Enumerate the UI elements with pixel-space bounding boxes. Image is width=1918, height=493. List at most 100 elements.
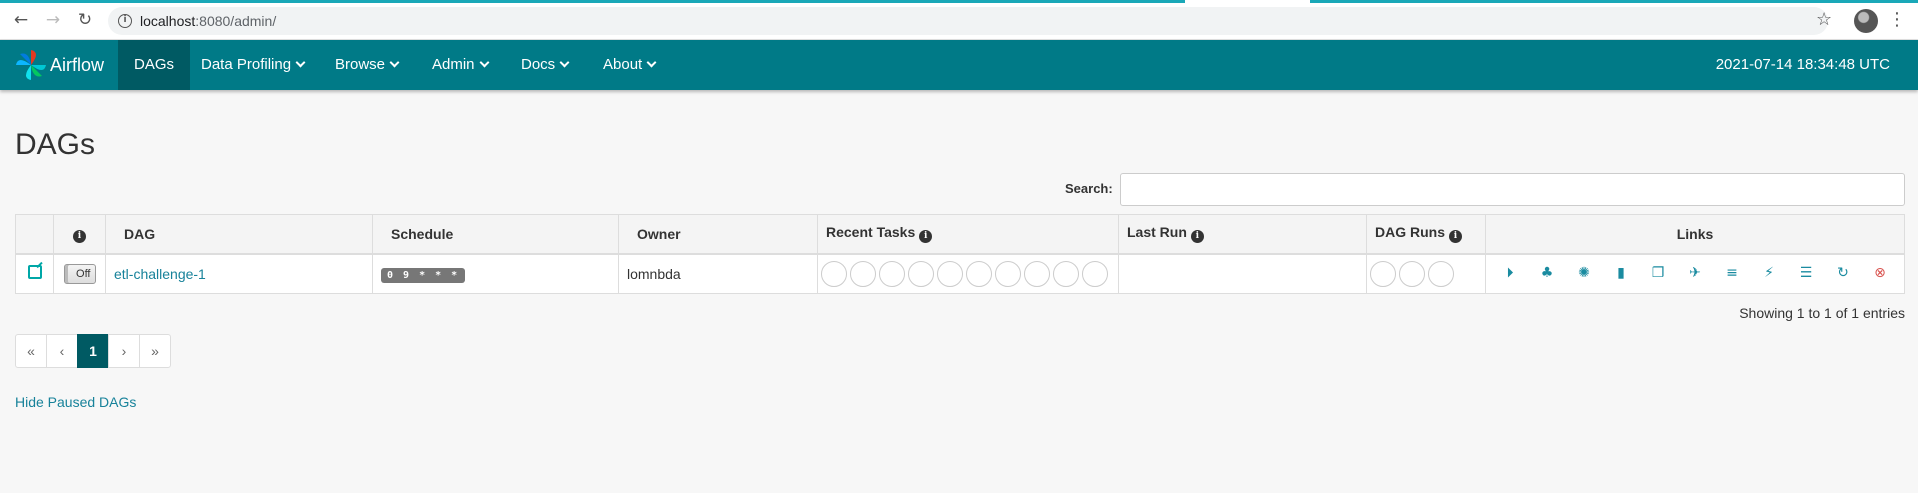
nav-data-profiling-label: Data Profiling (201, 56, 292, 73)
utc-clock: 2021-07-14 18:34:48 UTC (1715, 56, 1890, 73)
search-label: Search: (1065, 181, 1113, 196)
owner-cell: lomnbda (618, 253, 818, 294)
task-state-circle[interactable] (879, 260, 905, 287)
header-schedule[interactable]: Schedule (372, 214, 619, 255)
nav-admin-label: Admin (432, 56, 475, 73)
site-info-icon[interactable]: i (118, 14, 132, 28)
nav-dags[interactable]: DAGs (118, 40, 191, 90)
last-run-cell (1118, 253, 1367, 294)
trigger-dag-icon[interactable]: ⏵ (1503, 266, 1518, 281)
pause-toggle[interactable]: Off (63, 263, 96, 284)
info-icon[interactable]: i (1190, 230, 1204, 244)
browser-menu-icon[interactable]: ⋮ (1888, 9, 1906, 31)
delete-dag-icon[interactable]: ⊗ (1873, 266, 1888, 281)
brand-text: Airflow (50, 54, 105, 75)
header-edit (15, 214, 54, 255)
page-1-button[interactable]: 1 (77, 334, 109, 368)
links-cell: ⏵ ♣ ✺ ▮ ❐ ✈ ≡ ⚡ ☰ ↻ ⊗ (1485, 253, 1905, 294)
forward-icon[interactable]: → (42, 9, 64, 31)
chevron-down-icon (646, 57, 657, 68)
gantt-icon[interactable]: ≡ (1725, 266, 1740, 281)
table-row: Off etl-challenge-1 0 9 * * * lomnbda ⏵ … (15, 253, 1905, 294)
header-last-run-label: Last Run (1127, 224, 1187, 241)
task-state-circle[interactable] (1082, 260, 1108, 287)
nav-about[interactable]: About (587, 40, 671, 90)
header-owner[interactable]: Owner (618, 214, 818, 255)
url-path: :8080/admin/ (195, 13, 277, 29)
airflow-brand[interactable]: Airflow (14, 48, 104, 82)
edit-icon[interactable] (27, 265, 42, 280)
task-state-circle[interactable] (850, 260, 876, 287)
profile-avatar[interactable] (1854, 9, 1878, 33)
dag-link[interactable]: etl-challenge-1 (114, 266, 206, 282)
task-state-circle[interactable] (995, 260, 1021, 287)
header-links: Links (1485, 214, 1905, 255)
nav-browse-label: Browse (335, 56, 386, 73)
schedule-cell: 0 9 * * * (372, 253, 619, 294)
owner-value: lomnbda (627, 265, 681, 282)
search-input[interactable] (1120, 173, 1905, 206)
logs-icon[interactable]: ☰ (1799, 266, 1814, 281)
chevron-down-icon (559, 57, 570, 68)
dag-id-cell: etl-challenge-1 (105, 253, 373, 294)
task-state-circle[interactable] (908, 260, 934, 287)
bookmark-star-icon[interactable]: ☆ (1816, 9, 1832, 31)
last-page-button[interactable]: » (139, 334, 171, 368)
nav-docs[interactable]: Docs (505, 40, 584, 90)
page-title: DAGs (15, 128, 96, 161)
task-state-circle[interactable] (821, 260, 847, 287)
dags-table: i DAG Schedule Owner Recent Tasks i Last … (15, 214, 1905, 294)
airflow-logo-icon (16, 50, 46, 80)
nav-data-profiling[interactable]: Data Profiling (185, 40, 320, 90)
airflow-navbar: Airflow DAGs Data Profiling Browse Admin… (0, 40, 1918, 90)
task-duration-icon[interactable]: ▮ (1614, 266, 1629, 281)
nav-about-label: About (603, 56, 643, 73)
url-text[interactable]: localhost:8080/admin/ (140, 13, 276, 29)
dag-run-state-circle[interactable] (1370, 260, 1396, 287)
next-page-button[interactable]: › (108, 334, 140, 368)
hide-paused-dags-link[interactable]: Hide Paused DAGs (15, 394, 136, 410)
header-recent-tasks: Recent Tasks i (817, 214, 1119, 255)
edit-cell (15, 253, 54, 294)
loading-indicator (0, 0, 1185, 3)
recent-tasks-cell (817, 253, 1119, 294)
task-state-circle[interactable] (966, 260, 992, 287)
landing-times-icon[interactable]: ✈ (1688, 266, 1703, 281)
url-host: localhost (140, 13, 196, 29)
header-dag-label: DAG (124, 225, 156, 242)
entries-info: Showing 1 to 1 of 1 entries (1739, 305, 1905, 321)
task-state-circle[interactable] (1053, 260, 1079, 287)
dag-runs-cell (1366, 253, 1486, 294)
task-state-circle[interactable] (1024, 260, 1050, 287)
nav-admin[interactable]: Admin (416, 40, 504, 90)
code-view-icon[interactable]: ⚡ (1762, 266, 1777, 281)
reload-icon[interactable]: ↻ (74, 9, 96, 31)
header-recent-tasks-label: Recent Tasks (826, 224, 916, 241)
task-tries-icon[interactable]: ❐ (1651, 266, 1666, 281)
tree-view-icon[interactable]: ♣ (1540, 266, 1555, 281)
first-page-button[interactable]: « (15, 334, 47, 368)
info-icon[interactable]: i (919, 230, 933, 244)
info-icon[interactable]: i (1449, 230, 1462, 244)
info-icon[interactable]: i (73, 230, 86, 244)
prev-page-button[interactable]: ‹ (46, 334, 78, 368)
dag-links: ⏵ ♣ ✺ ▮ ❐ ✈ ≡ ⚡ ☰ ↻ ⊗ (1494, 266, 1896, 281)
task-state-circle[interactable] (937, 260, 963, 287)
chevron-down-icon (295, 57, 306, 68)
header-dag-runs: DAG Runs i (1366, 214, 1486, 255)
refresh-icon[interactable]: ↻ (1836, 266, 1851, 281)
back-icon[interactable]: ← (10, 9, 32, 31)
pagination: « ‹ 1 › » (15, 334, 171, 368)
header-last-run: Last Run i (1118, 214, 1367, 255)
header-dag[interactable]: DAG (105, 214, 373, 255)
address-bar[interactable]: i localhost:8080/admin/ (108, 7, 1828, 35)
nav-dags-label: DAGs (134, 56, 175, 73)
graph-view-icon[interactable]: ✺ (1577, 266, 1592, 281)
recent-tasks-circles (821, 260, 1115, 287)
chevron-down-icon (479, 57, 489, 68)
dag-run-state-circle[interactable] (1428, 260, 1454, 287)
nav-browse[interactable]: Browse (319, 40, 414, 90)
dag-runs-circles (1370, 260, 1482, 287)
dag-run-state-circle[interactable] (1399, 260, 1425, 287)
header-owner-label: Owner (637, 225, 681, 242)
